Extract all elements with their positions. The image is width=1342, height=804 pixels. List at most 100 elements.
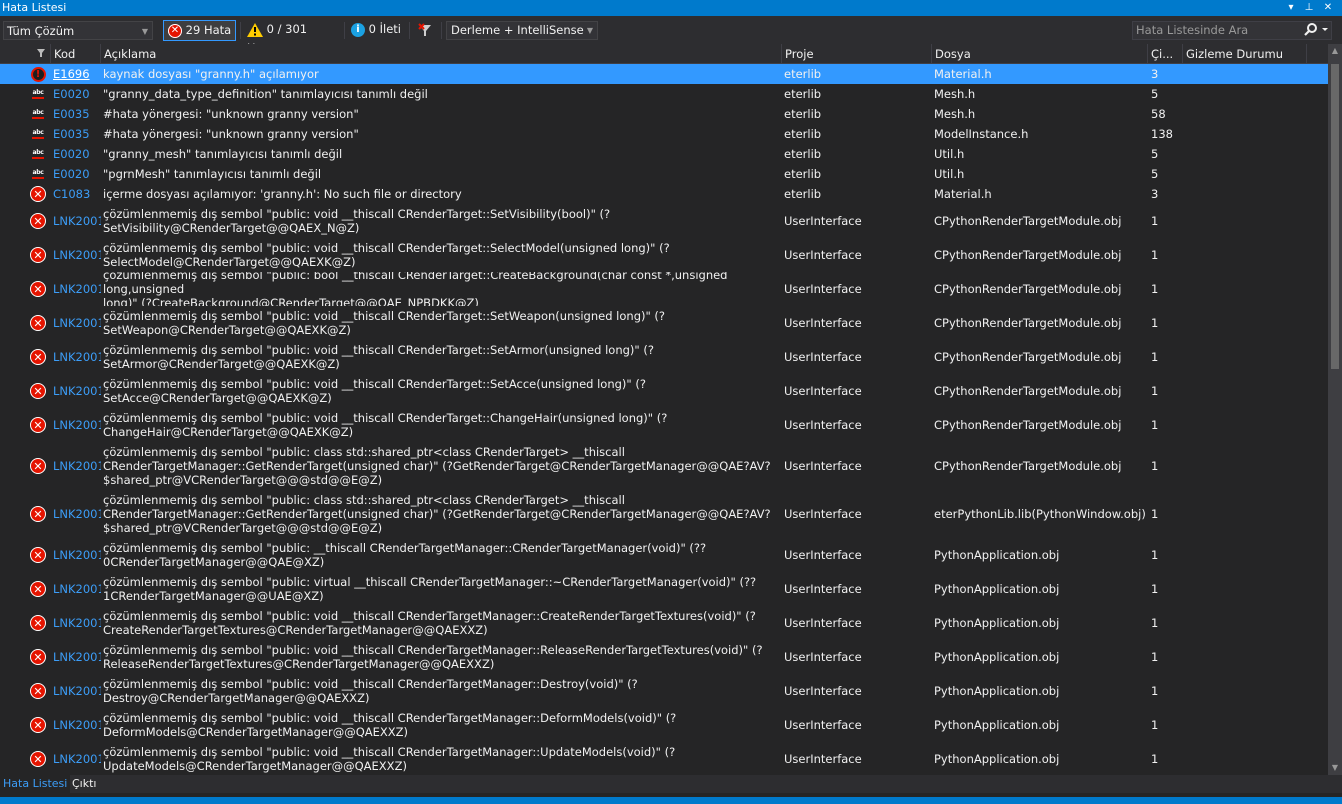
row-category: abc bbox=[29, 104, 47, 124]
error-code-link[interactable]: LNK2001 bbox=[53, 640, 101, 674]
error-icon: ✕ bbox=[30, 649, 46, 665]
error-list-toolbar: Tüm Çözüm ▼ ✕ 29 Hata 0 / 301 Uyarı i 0 … bbox=[0, 16, 1342, 55]
table-row[interactable]: ✕ LNK2001 çözümlenmemiş dış sembol "public… bbox=[0, 408, 1328, 442]
error-code-link[interactable]: C1083 bbox=[53, 184, 101, 204]
table-row[interactable]: ✕ LNK2001 çözümlenmemiş dış sembol "public… bbox=[0, 490, 1328, 538]
error-code-link[interactable]: LNK2001 bbox=[53, 204, 101, 238]
table-row[interactable]: abc E0035 #hata yönergesi: "unknown granny… bbox=[0, 124, 1328, 144]
window-menu-dropdown-button[interactable]: ▾ bbox=[1284, 0, 1298, 16]
error-description: çözümlenmemiş dış sembol "public: void _… bbox=[103, 711, 677, 739]
tab-output[interactable]: Çıktı bbox=[69, 775, 99, 793]
intellisense-error-icon: abc bbox=[32, 109, 44, 119]
error-description: çözümlenmemiş dış sembol "public: class … bbox=[103, 445, 771, 487]
scope-dropdown[interactable]: Tüm Çözüm ▼ bbox=[3, 21, 153, 40]
row-category: ✕ bbox=[29, 238, 47, 272]
error-code-link[interactable]: E0035 bbox=[53, 104, 101, 124]
chevron-down-icon: ▼ bbox=[586, 26, 593, 35]
column-header-category[interactable] bbox=[0, 44, 50, 64]
error-code-link[interactable]: LNK2001 bbox=[53, 306, 101, 340]
error-code-link[interactable]: E0035 bbox=[53, 124, 101, 144]
error-code-link[interactable]: LNK2001 bbox=[53, 538, 101, 572]
error-code-link[interactable]: E0020 bbox=[53, 84, 101, 104]
error-code-link[interactable]: E0020 bbox=[53, 164, 101, 184]
scrollbar-thumb[interactable] bbox=[1331, 64, 1339, 369]
table-row[interactable]: abc E0020 "granny_data_type_definition" ta… bbox=[0, 84, 1328, 104]
column-header-description[interactable]: Açıklama bbox=[100, 44, 781, 64]
error-project: UserInterface bbox=[784, 507, 862, 521]
scroll-down-icon[interactable]: ▼ bbox=[1328, 761, 1342, 775]
table-row[interactable]: ✕ C1083 içerme dosyası açılamıyor: 'granny… bbox=[0, 184, 1328, 204]
error-file: CPythonRenderTargetModule.obj bbox=[934, 282, 1122, 296]
messages-filter-button[interactable]: i 0 İleti bbox=[347, 20, 405, 41]
error-description: "pgrnMesh" tanımlayıcısı tanımlı değil bbox=[103, 167, 322, 181]
column-header-suppression[interactable]: Gizleme Durumu bbox=[1182, 44, 1306, 64]
error-code-link[interactable]: E1696 bbox=[53, 64, 101, 84]
error-code-link[interactable]: LNK2001 bbox=[53, 442, 101, 490]
column-header-spacer bbox=[1306, 44, 1328, 64]
table-row[interactable]: ✕ LNK2001 çözümlenmemiş dış sembol "public… bbox=[0, 640, 1328, 674]
column-header-file[interactable]: Dosya bbox=[931, 44, 1147, 64]
table-row[interactable]: ✕ LNK2001 çözümlenmemiş dış sembol "public… bbox=[0, 538, 1328, 572]
toolbar-divider bbox=[344, 22, 345, 39]
error-icon: ✕ bbox=[30, 213, 46, 229]
error-code-link[interactable]: E0020 bbox=[53, 144, 101, 164]
search-button[interactable] bbox=[1300, 20, 1330, 41]
error-code-link[interactable]: LNK2001 bbox=[53, 708, 101, 742]
table-row[interactable]: abc E0020 "granny_mesh" tanımlayıcısı tanı… bbox=[0, 144, 1328, 164]
errors-filter-button[interactable]: ✕ 29 Hata bbox=[163, 20, 236, 41]
error-code-link[interactable]: LNK2001 bbox=[53, 674, 101, 708]
error-code-link[interactable]: LNK2001 bbox=[53, 272, 101, 306]
table-row[interactable]: ✕ LNK2001 çözümlenmemiş dış sembol "public… bbox=[0, 674, 1328, 708]
table-row[interactable]: ✕ LNK2001 çözümlenmemiş dış sembol "public… bbox=[0, 374, 1328, 408]
error-description: çözümlenmemiş dış sembol "public: void _… bbox=[103, 343, 654, 371]
table-row[interactable]: ✕ LNK2001 çözümlenmemiş dış sembol "public… bbox=[0, 572, 1328, 606]
error-code-link[interactable]: LNK2001 bbox=[53, 374, 101, 408]
error-code-link[interactable]: LNK2001 bbox=[53, 742, 101, 775]
error-line: 138 bbox=[1151, 127, 1173, 141]
row-category: abc bbox=[29, 84, 47, 104]
error-code-link[interactable]: LNK2001 bbox=[53, 490, 101, 538]
table-row[interactable]: ✕ LNK2001 çözümlenmemiş dış sembol "public… bbox=[0, 272, 1328, 306]
column-header-project[interactable]: Proje bbox=[781, 44, 931, 64]
error-code-link[interactable]: LNK2001 bbox=[53, 572, 101, 606]
warnings-filter-button[interactable]: 0 / 301 Uyarı bbox=[243, 20, 339, 55]
column-header-code[interactable]: Kod bbox=[50, 44, 100, 64]
error-code-link[interactable]: LNK2001 bbox=[53, 340, 101, 374]
table-row[interactable]: ✕ LNK2001 çözümlenmemiş dış sembol "public… bbox=[0, 204, 1328, 238]
table-row[interactable]: ✕ LNK2001 çözümlenmemiş dış sembol "public… bbox=[0, 340, 1328, 374]
error-line: 1 bbox=[1151, 752, 1159, 766]
error-code-link[interactable]: LNK2001 bbox=[53, 606, 101, 640]
error-project: UserInterface bbox=[784, 752, 862, 766]
table-row[interactable]: ! E1696 kaynak dosyası "granny.h" açılamıy… bbox=[0, 64, 1328, 84]
filter-icon bbox=[37, 49, 45, 57]
error-icon: ✕ bbox=[30, 547, 46, 563]
table-row[interactable]: abc E0035 #hata yönergesi: "unknown granny… bbox=[0, 104, 1328, 124]
error-code-link[interactable]: LNK2001 bbox=[53, 408, 101, 442]
table-row[interactable]: ✕ LNK2001 çözümlenmemiş dış sembol "public… bbox=[0, 708, 1328, 742]
table-row[interactable]: ✕ LNK2001 çözümlenmemiş dış sembol "public… bbox=[0, 442, 1328, 490]
error-icon: ✕ bbox=[30, 315, 46, 331]
error-code-link[interactable]: LNK2001 bbox=[53, 238, 101, 272]
table-row[interactable]: abc E0020 "pgrnMesh" tanımlayıcısı tanımlı… bbox=[0, 164, 1328, 184]
vertical-scrollbar[interactable]: ▲ ▼ bbox=[1328, 44, 1342, 775]
build-intellisense-dropdown[interactable]: Derleme + IntelliSense ▼ bbox=[446, 21, 598, 40]
pin-button[interactable]: ⊥ bbox=[1302, 0, 1316, 16]
error-description: #hata yönergesi: "unknown granny version… bbox=[103, 107, 359, 121]
column-header-line[interactable]: Çi... bbox=[1147, 44, 1182, 64]
error-file: CPythonRenderTargetModule.obj bbox=[934, 459, 1122, 473]
error-icon: ✕ bbox=[30, 417, 46, 433]
error-project: UserInterface bbox=[784, 616, 862, 630]
error-description: çözümlenmemiş dış sembol "public: __this… bbox=[103, 541, 707, 569]
close-button[interactable]: ✕ bbox=[1321, 0, 1335, 16]
clear-filter-button[interactable] bbox=[413, 20, 437, 41]
table-row[interactable]: ✕ LNK2001 çözümlenmemiş dış sembol "public… bbox=[0, 238, 1328, 272]
table-row[interactable]: ✕ LNK2001 çözümlenmemiş dış sembol "public… bbox=[0, 306, 1328, 340]
error-line: 1 bbox=[1151, 418, 1159, 432]
errors-filter-label: 29 Hata bbox=[185, 23, 232, 37]
error-description: çözümlenmemiş dış sembol "public: void _… bbox=[103, 377, 646, 405]
tab-error-list[interactable]: Hata Listesi bbox=[0, 775, 71, 793]
scroll-up-icon[interactable]: ▲ bbox=[1328, 44, 1342, 58]
table-row[interactable]: ✕ LNK2001 çözümlenmemiş dış sembol "public… bbox=[0, 606, 1328, 640]
table-row[interactable]: ✕ LNK2001 çözümlenmemiş dış sembol "public… bbox=[0, 742, 1328, 775]
row-category: ✕ bbox=[29, 490, 47, 538]
